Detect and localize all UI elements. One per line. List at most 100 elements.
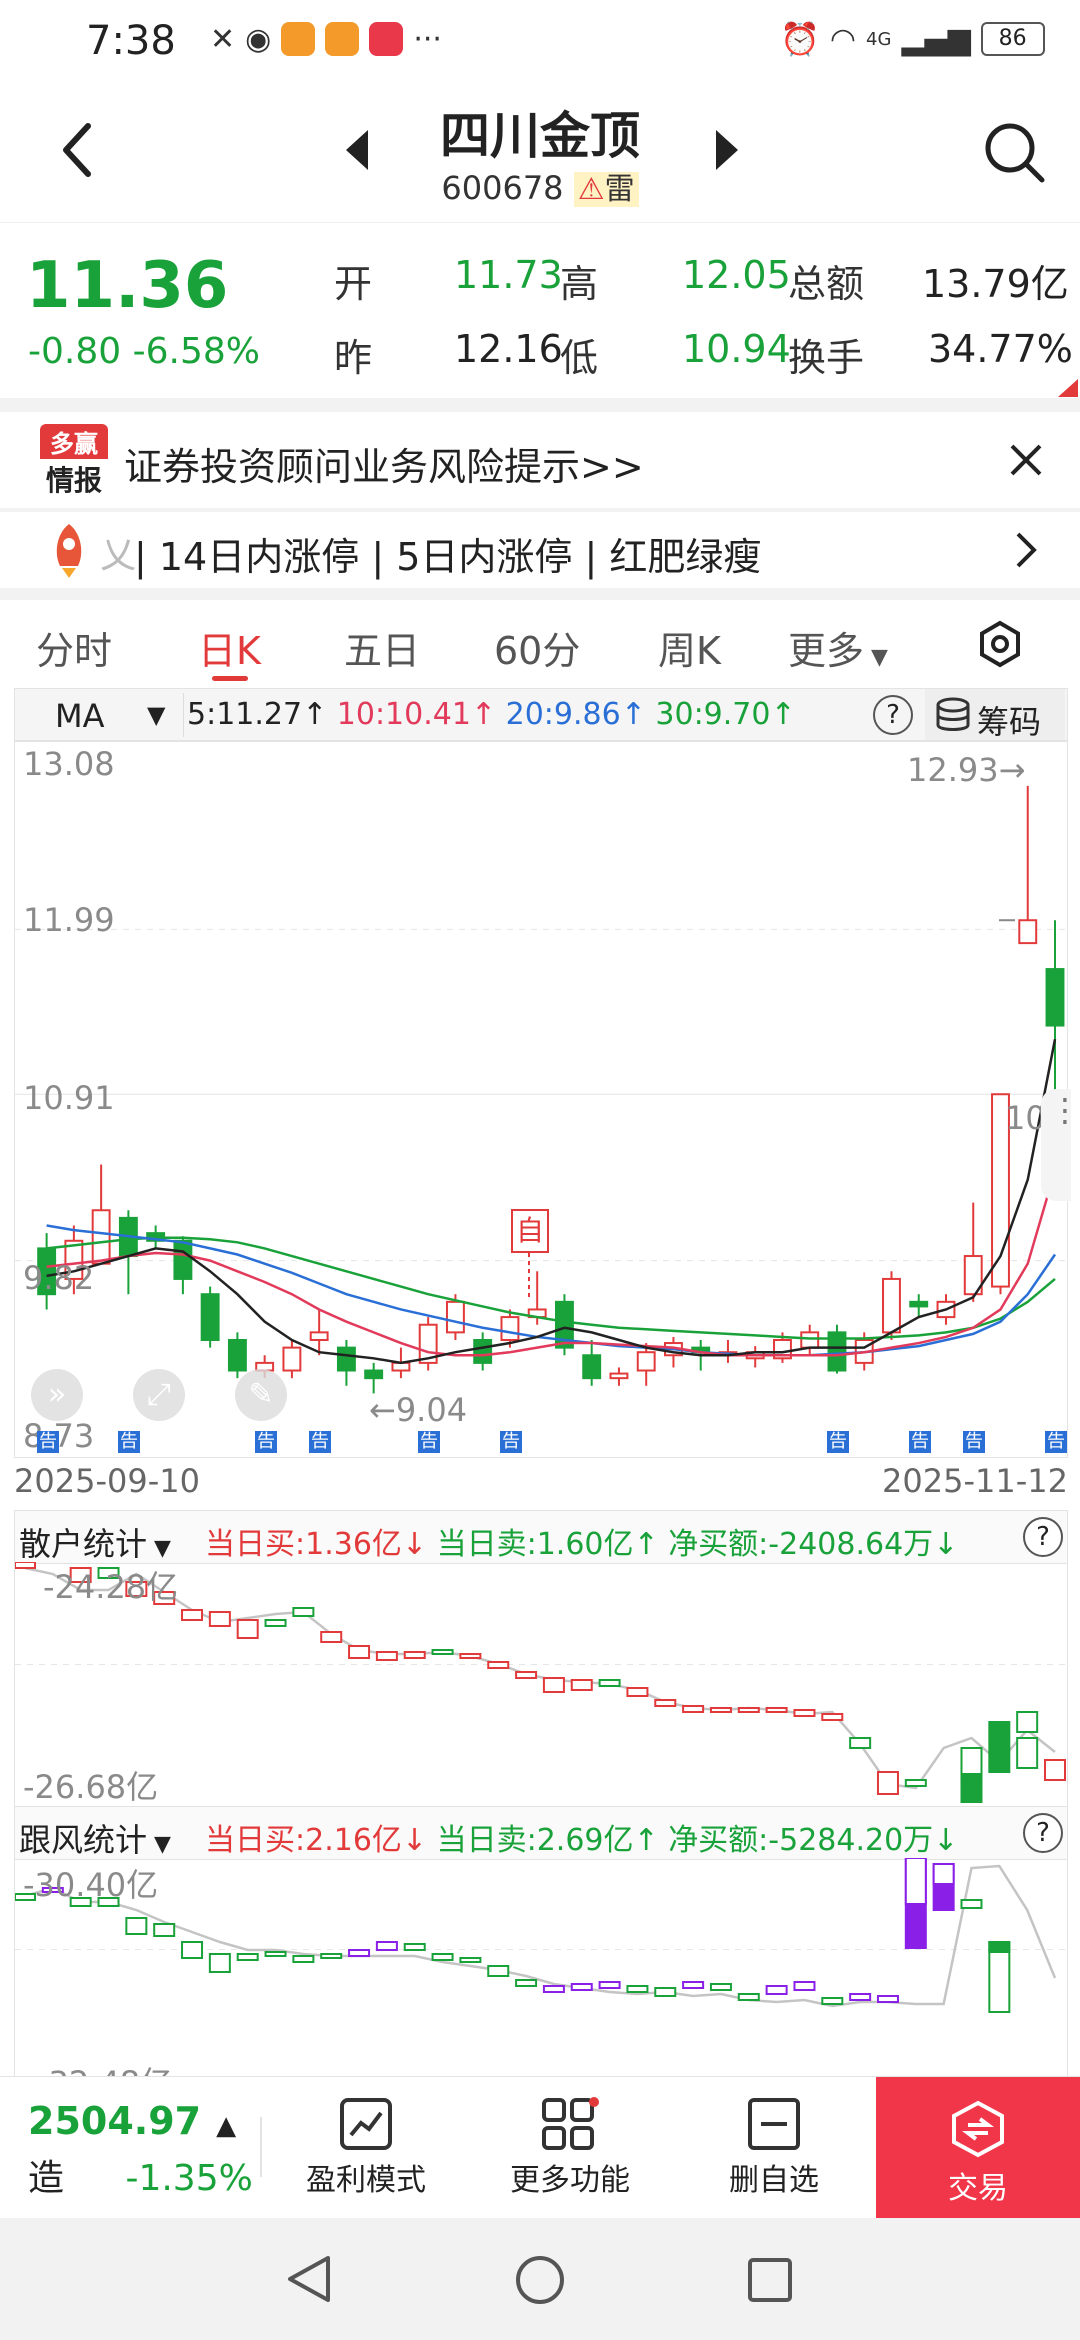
candle-body bbox=[282, 1346, 302, 1372]
follow-y-bottom: -32.48亿 bbox=[37, 2058, 172, 2076]
prev-close-label: 昨 bbox=[334, 336, 373, 380]
announcement-tag[interactable]: 告 bbox=[118, 1431, 140, 1453]
tab-daily-k[interactable]: 日K bbox=[198, 620, 261, 675]
retail-stats-selector[interactable]: 散户统计 ▼ bbox=[19, 1519, 171, 1565]
indicator-bar bbox=[1016, 1737, 1039, 1769]
change-amount: -0.80 bbox=[28, 331, 122, 372]
profit-mode-button[interactable]: 盈利模式 bbox=[296, 2097, 436, 2199]
more-functions-label: 更多功能 bbox=[510, 2163, 630, 2198]
kline-svg bbox=[15, 785, 1067, 1394]
candle-body bbox=[1045, 968, 1065, 1027]
last-price: 11.36 bbox=[26, 249, 229, 323]
indicator-bar bbox=[654, 1699, 677, 1707]
self-select-marker[interactable]: 自 bbox=[511, 1209, 549, 1253]
amount-value: 13.79亿 bbox=[922, 262, 1069, 306]
indicator-bar bbox=[264, 1619, 287, 1627]
settings-icon[interactable] bbox=[976, 620, 1024, 668]
chevron-right-icon[interactable] bbox=[1014, 530, 1038, 570]
indicator-bar bbox=[682, 1981, 705, 1989]
indicator-bar bbox=[821, 1713, 844, 1721]
expand-corner-icon[interactable] bbox=[1058, 379, 1078, 397]
limit-up-text: | 14日内涨停 | 5日内涨停 | 红肥绿瘦 bbox=[134, 535, 762, 579]
xiaohongshu-icon bbox=[369, 22, 404, 56]
indicator-bar bbox=[904, 1779, 927, 1787]
y-label-top: 13.08 bbox=[23, 745, 115, 783]
indicator-bar bbox=[821, 1997, 844, 2005]
risk-banner-text: 证券投资顾问业务风险提示>> bbox=[124, 445, 644, 489]
indicator-bar bbox=[765, 1707, 788, 1713]
follow-sell: 当日卖:2.69亿↑ bbox=[436, 1823, 659, 1858]
index-widget[interactable]: 2504.97 ▲ 造 -1.35% bbox=[28, 2099, 253, 2201]
close-icon[interactable] bbox=[1008, 442, 1044, 478]
y-label-4: 9.82 bbox=[23, 1259, 95, 1297]
date-start: 2025-09-10 bbox=[14, 1462, 200, 1500]
tab-60min[interactable]: 60分 bbox=[494, 620, 580, 675]
announcement-tag[interactable]: 告 bbox=[827, 1431, 849, 1453]
kline-chart[interactable]: 13.08 11.99 10.91 9.82 8.73 12.93→ ←9.04… bbox=[14, 740, 1080, 1458]
nav-recents-icon[interactable] bbox=[746, 2256, 794, 2304]
nav-home-icon[interactable] bbox=[514, 2254, 566, 2306]
remove-watch-button[interactable]: 删自选 bbox=[704, 2097, 844, 2199]
ma20-value: 20:9.86↑ bbox=[505, 697, 646, 732]
fullscreen-icon[interactable]: ⤢ bbox=[133, 1369, 185, 1421]
ma-selector-caret-icon[interactable]: ▼ bbox=[147, 701, 165, 729]
risk-badge[interactable]: ⚠雷 bbox=[573, 172, 639, 207]
fast-forward-icon[interactable]: » bbox=[31, 1369, 83, 1421]
trade-icon bbox=[952, 2100, 1004, 2158]
indicator-bar bbox=[709, 1983, 732, 1991]
trade-button[interactable]: 交易 bbox=[876, 2077, 1080, 2219]
nav-back-icon[interactable] bbox=[284, 2254, 334, 2304]
chart-menu-handle[interactable]: ⋮ bbox=[1041, 1089, 1080, 1201]
indicator-bar bbox=[431, 1953, 454, 1961]
indicator-bar bbox=[320, 1631, 343, 1643]
candle-body bbox=[473, 1338, 493, 1364]
follow-stats-row: 跟风统计 ▼ 当日买:2.16亿↓ 当日卖:2.69亿↑ 净买额:-5284.2… bbox=[14, 1806, 1068, 1860]
stock-name: 四川金顶 bbox=[440, 107, 640, 165]
chip-button[interactable]: 筹码 bbox=[925, 689, 1065, 741]
tab-five-day[interactable]: 五日 bbox=[344, 620, 420, 675]
candle-body bbox=[91, 1209, 111, 1265]
help-icon[interactable]: ? bbox=[1023, 1517, 1063, 1557]
follow-buy: 当日买:2.16亿↓ bbox=[205, 1823, 428, 1858]
indicator-bar bbox=[236, 1953, 259, 1961]
limit-up-banner[interactable]: 乂 | 14日内涨停 | 5日内涨停 | 红肥绿瘦 bbox=[0, 512, 1080, 588]
candle-body bbox=[227, 1338, 247, 1372]
draw-icon[interactable]: ✎ bbox=[235, 1369, 287, 1421]
system-icons: ⏰ ◠ 4G ▂▄▆ 86 bbox=[780, 20, 1045, 58]
announcement-tag[interactable]: 告 bbox=[255, 1431, 277, 1453]
notification-icons: ✕ ◉ ··· bbox=[210, 22, 442, 57]
partial-price-label: 10 bbox=[1005, 1099, 1046, 1137]
announcement-tag[interactable]: 告 bbox=[37, 1431, 59, 1453]
ma-selector[interactable]: MA bbox=[55, 697, 105, 735]
announcement-tag[interactable]: 告 bbox=[418, 1431, 440, 1453]
announcement-tag[interactable]: 告 bbox=[963, 1431, 985, 1453]
chart-trend-icon bbox=[340, 2098, 392, 2150]
indicator-bar bbox=[264, 1951, 287, 1957]
announcement-tag[interactable]: 告 bbox=[1045, 1431, 1067, 1453]
tab-weekly-k[interactable]: 周K bbox=[658, 620, 721, 675]
database-icon bbox=[936, 697, 970, 731]
follow-stats-selector[interactable]: 跟风统计 ▼ bbox=[19, 1815, 171, 1861]
missed-call-icon: ✕ bbox=[210, 22, 236, 57]
indicator-bar bbox=[292, 1607, 315, 1617]
indicator-bar bbox=[876, 1771, 899, 1795]
chip-label: 筹码 bbox=[977, 703, 1042, 741]
app-notify-icon-2 bbox=[325, 22, 360, 56]
more-functions-button[interactable]: 更多功能 bbox=[500, 2097, 640, 2199]
tab-intraday[interactable]: 分时 bbox=[36, 620, 112, 675]
help-icon[interactable]: ? bbox=[1023, 1813, 1063, 1853]
risk-banner[interactable]: 多赢 情报 证券投资顾问业务风险提示>> bbox=[0, 412, 1080, 508]
indicator-bar bbox=[236, 1619, 259, 1639]
indicator-bar bbox=[737, 1993, 760, 2001]
indicator-bar bbox=[1044, 1759, 1066, 1781]
help-icon[interactable]: ? bbox=[873, 695, 913, 735]
next-stock-icon[interactable] bbox=[712, 128, 742, 172]
tab-more[interactable]: 更多 ▼ bbox=[788, 620, 888, 675]
announcement-tag[interactable]: 告 bbox=[500, 1431, 522, 1453]
ma-indicator-row: MA ▼ 5:11.27↑ 10:10.41↑ 20:9.86↑ 30:9.70… bbox=[14, 688, 1068, 742]
announcement-tag[interactable]: 告 bbox=[909, 1431, 931, 1453]
status-bar: 7:38 ✕ ◉ ··· ⏰ ◠ 4G ▂▄▆ 86 bbox=[0, 0, 1080, 80]
indicator-bar bbox=[375, 1941, 398, 1951]
announcement-tag[interactable]: 告 bbox=[309, 1431, 331, 1453]
search-icon[interactable] bbox=[982, 120, 1048, 186]
